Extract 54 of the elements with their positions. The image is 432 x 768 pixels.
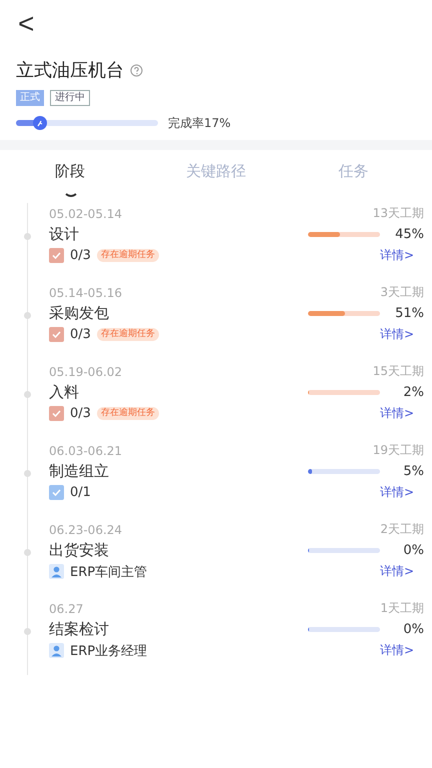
stage-name: 出货安装: [49, 541, 109, 560]
tab-indicator: [65, 193, 77, 198]
stage-name: 制造组立: [49, 462, 109, 481]
stage-name: 采购发包: [49, 304, 109, 323]
stage-name: 结案检讨: [49, 620, 109, 639]
runner-icon: [33, 116, 48, 130]
stage-duration: 2天工期: [380, 521, 424, 538]
stage-dates: 05.14-05.16: [49, 286, 122, 300]
tab[interactable]: 阶段: [55, 160, 85, 183]
stage-duration: 3天工期: [380, 284, 424, 301]
stage-name: 设计: [49, 225, 79, 244]
details-link[interactable]: 详情>: [380, 405, 414, 422]
stage-dates: 06.27: [49, 602, 84, 616]
stage-dates: 05.02-05.14: [49, 206, 122, 220]
stage-percent: 0%: [402, 622, 424, 637]
stage-duration: 15天工期: [372, 363, 424, 380]
stage-info: ERP车间主管: [70, 564, 148, 580]
stage-percent: 2%: [402, 385, 424, 400]
details-link[interactable]: 详情>: [380, 326, 414, 343]
user-icon: [49, 564, 64, 579]
details-link[interactable]: 详情>: [380, 247, 414, 264]
stage-dates: 06.23-06.24: [49, 522, 122, 536]
stage-percent: 45%: [394, 227, 424, 242]
completion-rate: 完成率17%: [168, 114, 231, 132]
details-link[interactable]: 详情>: [380, 642, 414, 659]
task-check-icon: [49, 485, 64, 500]
stage-info: 0/3: [70, 248, 91, 263]
status-tag: 正式: [16, 90, 44, 106]
stage-info: 0/3: [70, 327, 91, 342]
stage-duration: 1天工期: [380, 600, 424, 617]
stage-percent: 0%: [402, 543, 424, 558]
stage-info: 0/1: [70, 485, 91, 500]
details-link[interactable]: 详情>: [380, 484, 414, 501]
help-icon[interactable]: [130, 64, 143, 76]
stage-info: 0/3: [70, 406, 91, 421]
task-check-icon: [49, 327, 64, 342]
status-tag: 进行中: [50, 90, 90, 106]
task-check-icon: [49, 406, 64, 421]
overdue-tag: 存在逾期任务: [96, 407, 159, 420]
stage-info: ERP业务经理: [70, 642, 148, 660]
stage-percent: 5%: [402, 464, 424, 479]
user-icon: [49, 643, 64, 658]
stage-name: 入料: [49, 383, 79, 402]
stage-dates: 06.03-06.21: [49, 444, 122, 458]
overdue-tag: 存在逾期任务: [96, 249, 159, 262]
stage-duration: 19天工期: [372, 442, 424, 459]
stage-percent: 51%: [394, 306, 424, 321]
stage-dates: 05.19-06.02: [49, 364, 122, 378]
back-button[interactable]: <: [12, 10, 40, 38]
stage-duration: 13天工期: [372, 205, 424, 222]
project-title: 立式油压机台: [16, 59, 124, 82]
task-check-icon: [49, 248, 64, 263]
details-link[interactable]: 详情>: [380, 563, 414, 580]
overdue-tag: 存在逾期任务: [96, 328, 159, 341]
